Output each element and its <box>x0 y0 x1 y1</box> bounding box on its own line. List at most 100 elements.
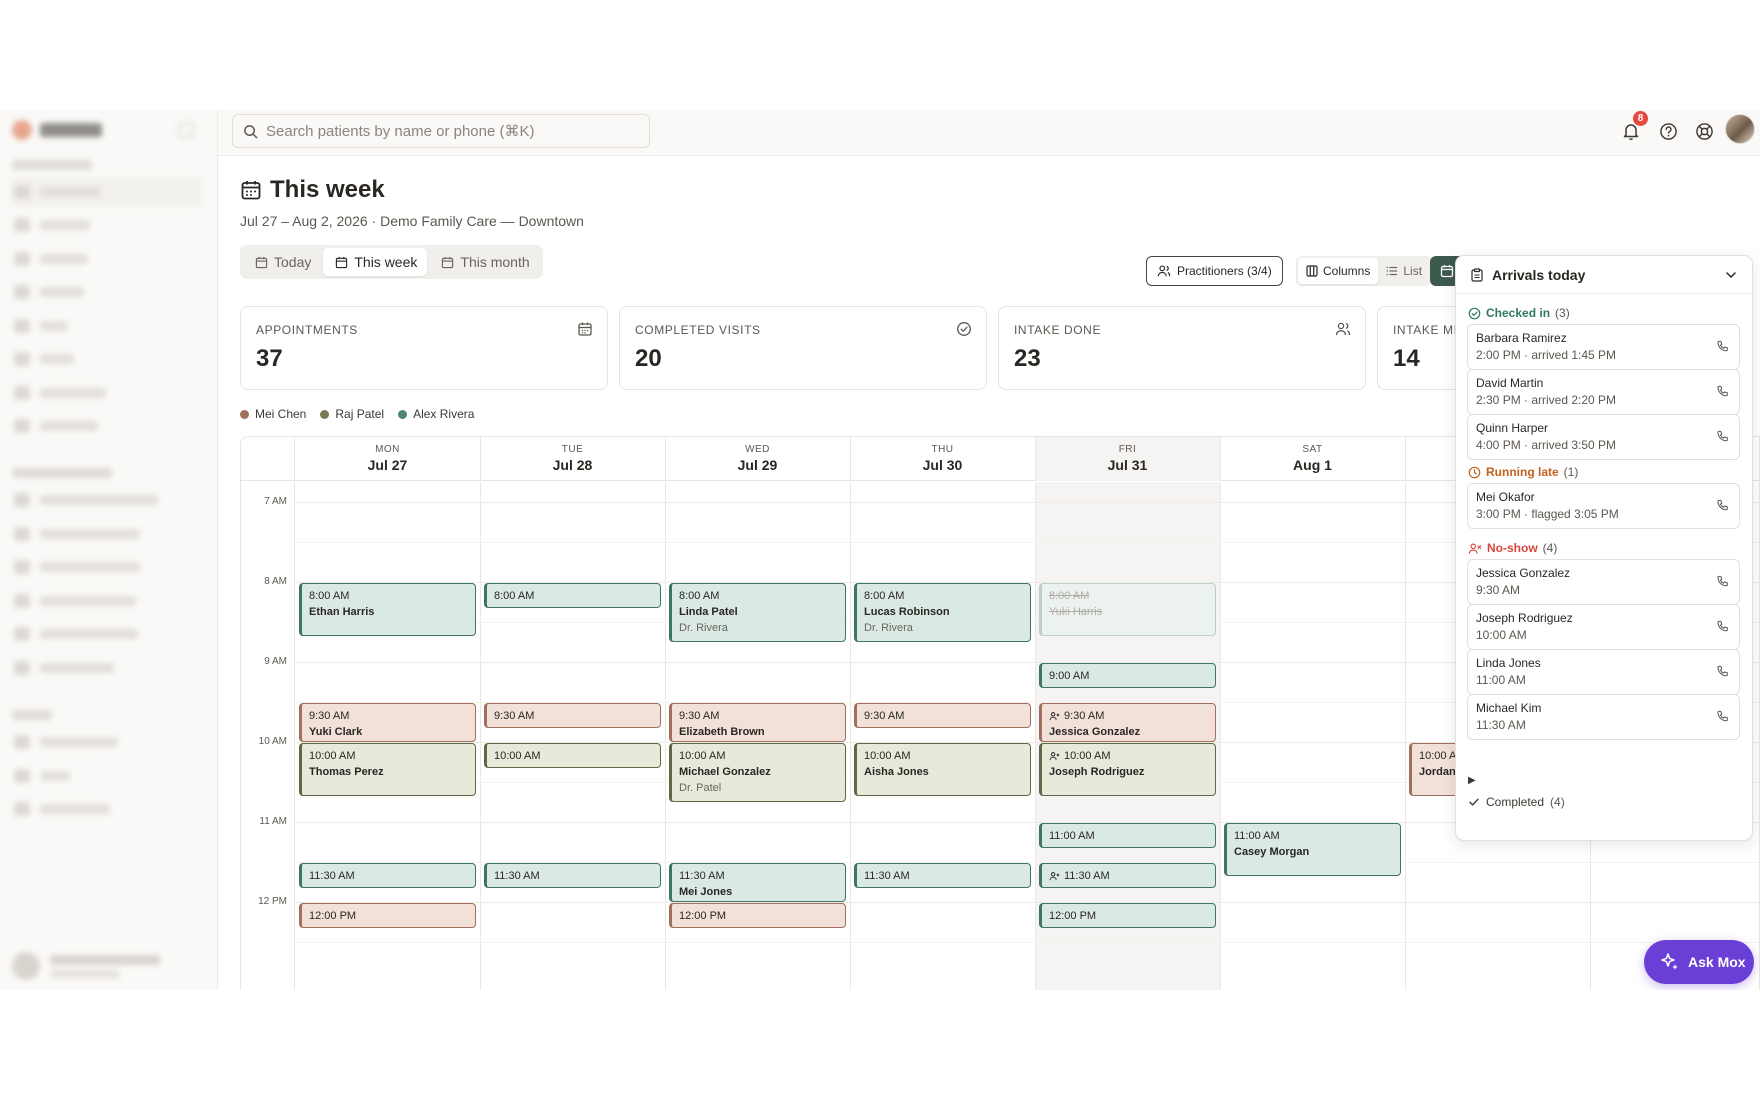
day-header[interactable]: SAT Aug 1 <box>1220 437 1405 481</box>
stat-card-completed-visits: COMPLETED VISITS 20 <box>619 306 987 390</box>
appointment-block[interactable]: 11:30 AM <box>299 863 476 889</box>
hour-label: 8 AM <box>264 576 287 587</box>
appointment-block[interactable]: 11:30 AM <box>1039 863 1216 889</box>
tab-this-month[interactable]: This month <box>429 248 539 276</box>
sidebar-item[interactable] <box>10 654 202 682</box>
sidebar-item[interactable] <box>10 345 202 373</box>
appointment-block[interactable]: 9:30 AM Elizabeth Brown <box>669 703 846 742</box>
sidebar-item[interactable] <box>10 278 202 306</box>
appointment-block[interactable]: 12:00 PM <box>1039 903 1216 929</box>
sidebar-item[interactable] <box>10 728 202 756</box>
sidebar-item[interactable] <box>10 412 202 440</box>
day-of-week: SAT <box>1302 444 1323 455</box>
call-patient-button[interactable] <box>1716 575 1729 593</box>
view-columns[interactable]: Columns <box>1298 258 1379 284</box>
appointment-block[interactable]: 11:00 AM Casey Morgan <box>1224 823 1401 876</box>
appointment-block[interactable]: 11:00 AM <box>1039 823 1216 849</box>
call-patient-button[interactable] <box>1716 710 1729 728</box>
no-show-card[interactable]: Linda Jones 11:00 AM <box>1467 649 1740 695</box>
day-header[interactable]: THU Jul 30 <box>850 437 1035 481</box>
appointment-time: 8:00 AM <box>679 590 720 602</box>
appointment-block[interactable]: 8:00 AM Lucas Robinson Dr. Rivera <box>854 583 1031 642</box>
current-user[interactable] <box>12 948 202 984</box>
group-completed[interactable]: Completed (4) <box>1468 795 1565 809</box>
appointment-block[interactable]: 11:30 AM Mei Jones <box>669 863 846 902</box>
sidebar-collapse-icon[interactable] <box>178 122 194 138</box>
no-show-card[interactable]: Michael Kim 11:30 AM <box>1467 694 1740 740</box>
sidebar-item[interactable] <box>10 379 202 407</box>
call-patient-button[interactable] <box>1716 665 1729 683</box>
tab-this-week[interactable]: This week <box>323 248 428 276</box>
sidebar-item[interactable] <box>10 520 202 548</box>
no-show-card[interactable]: Jessica Gonzalez 9:30 AM <box>1467 559 1740 605</box>
call-patient-button[interactable] <box>1716 430 1729 448</box>
arrivals-today-panel: Arrivals today Checked in (3) Running la… <box>1455 255 1753 841</box>
appointment-time: 12:00 PM <box>679 910 727 922</box>
help-button[interactable] <box>1655 118 1681 144</box>
patient-search[interactable] <box>232 114 650 148</box>
call-patient-button[interactable] <box>1716 340 1729 358</box>
sidebar-item[interactable] <box>10 620 202 648</box>
sidebar-item[interactable] <box>10 486 202 514</box>
appointment-time: 12:00 PM <box>309 910 357 922</box>
arrivals-panel-header[interactable]: Arrivals today <box>1456 256 1752 294</box>
call-patient-button[interactable] <box>1716 385 1729 403</box>
appointment-block[interactable]: 12:00 PM <box>669 903 846 929</box>
view-list[interactable]: List <box>1378 258 1430 284</box>
sidebar-item[interactable] <box>10 795 202 823</box>
practitioners-filter-button[interactable]: Practitioners (3/4) <box>1146 256 1283 286</box>
appointment-block[interactable]: 8:00 AM Ethan Harris <box>299 583 476 636</box>
patient-name: Barbara Ramirez <box>1476 331 1567 345</box>
app-logo[interactable] <box>12 120 102 140</box>
appointment-block[interactable]: 9:30 AM <box>484 703 661 729</box>
appointment-block[interactable]: 8:00 AM <box>484 583 661 609</box>
search-input[interactable] <box>266 122 626 140</box>
support-button[interactable] <box>1691 118 1717 144</box>
checked-in-card[interactable]: Barbara Ramirez 2:00 PM · arrived 1:45 PM <box>1467 324 1740 370</box>
appointment-block[interactable]: 10:00 AM Michael Gonzalez Dr. Patel <box>669 743 846 802</box>
call-patient-button[interactable] <box>1716 499 1729 517</box>
appointment-block[interactable]: 10:00 AM Joseph Rodriguez <box>1039 743 1216 796</box>
hour-label: 9 AM <box>264 656 287 667</box>
day-header[interactable]: WED Jul 29 <box>665 437 850 481</box>
user-avatar[interactable] <box>1725 114 1755 144</box>
column-divider <box>850 437 851 481</box>
appointment-block[interactable]: 9:30 AM <box>854 703 1031 729</box>
running-late-card[interactable]: Mei Okafor 3:00 PM · flagged 3:05 PM <box>1467 483 1740 529</box>
phone-icon <box>1717 665 1728 677</box>
appointment-block[interactable]: 8:00 AM Yuki Harris <box>1039 583 1216 636</box>
group-completed-toggle[interactable]: ▶ <box>1468 775 1476 786</box>
day-header[interactable]: TUE Jul 28 <box>480 437 665 481</box>
checked-in-card[interactable]: Quinn Harper 4:00 PM · arrived 3:50 PM <box>1467 414 1740 460</box>
sidebar-item[interactable] <box>10 587 202 615</box>
phone-icon <box>1717 340 1728 352</box>
appointment-block[interactable]: 10:00 AM Thomas Perez <box>299 743 476 796</box>
appointment-block[interactable]: 8:00 AM Linda Patel Dr. Rivera <box>669 583 846 642</box>
appointment-block[interactable]: 10:00 AM Aisha Jones <box>854 743 1031 796</box>
hour-line <box>295 902 1759 903</box>
checked-in-card[interactable]: David Martin 2:30 PM · arrived 2:20 PM <box>1467 369 1740 415</box>
tab-today[interactable]: Today <box>243 248 321 276</box>
no-show-card[interactable]: Joseph Rodriguez 10:00 AM <box>1467 604 1740 650</box>
notifications-button[interactable]: 8 <box>1618 111 1648 144</box>
appointment-block[interactable]: 9:30 AM Jessica Gonzalez <box>1039 703 1216 742</box>
sidebar-item[interactable] <box>10 211 202 239</box>
appointment-block[interactable]: 10:00 AM <box>484 743 661 769</box>
appointment-block[interactable]: 11:30 AM <box>484 863 661 889</box>
sidebar-item[interactable] <box>10 178 202 206</box>
ask-mox-button[interactable]: Ask Mox <box>1644 940 1754 984</box>
sidebar-item[interactable] <box>10 312 202 340</box>
appointment-block[interactable]: 9:00 AM <box>1039 663 1216 689</box>
chevron-down-icon[interactable] <box>1724 268 1738 282</box>
appointment-time: 9:30 AM <box>309 710 350 722</box>
appointment-time: 8:00 AM <box>1049 590 1090 602</box>
day-header[interactable]: FRI Jul 31 <box>1035 437 1220 481</box>
appointment-block[interactable]: 9:30 AM Yuki Clark <box>299 703 476 742</box>
sidebar-item[interactable] <box>10 245 202 273</box>
sidebar-item[interactable] <box>10 762 202 790</box>
sidebar-item[interactable] <box>10 553 202 581</box>
appointment-block[interactable]: 12:00 PM <box>299 903 476 929</box>
call-patient-button[interactable] <box>1716 620 1729 638</box>
day-header[interactable]: MON Jul 27 <box>295 437 480 481</box>
appointment-block[interactable]: 11:30 AM <box>854 863 1031 889</box>
